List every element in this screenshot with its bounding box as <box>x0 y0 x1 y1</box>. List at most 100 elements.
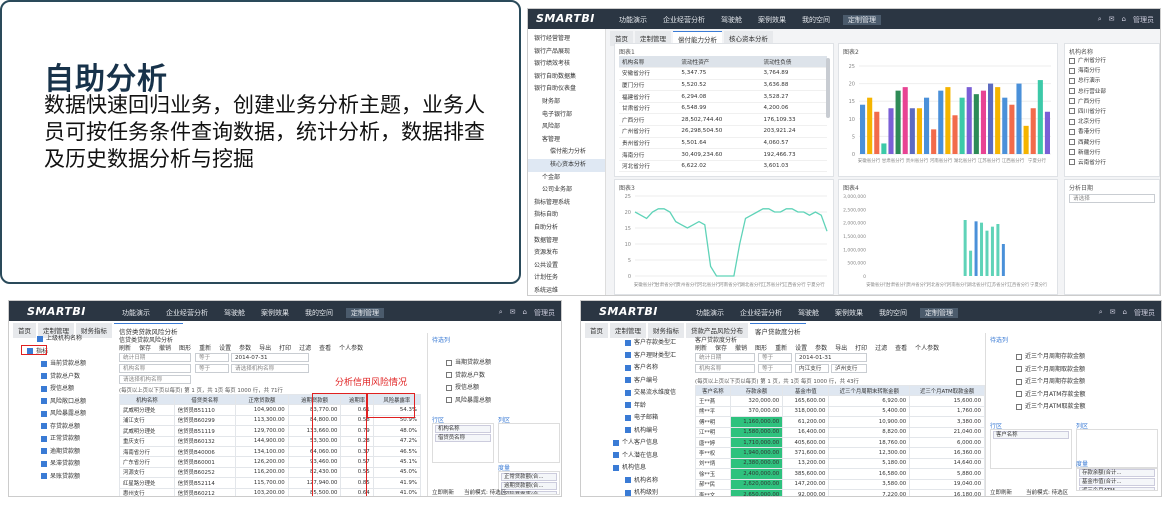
home-icon[interactable]: ⌂ <box>523 308 527 318</box>
table-row[interactable]: 武威明分理处 信贷员B51119 129,700.00 133,660.00 0.79 4… <box>119 425 422 437</box>
checkbox-icon[interactable] <box>41 460 47 467</box>
field-option[interactable]: 授信总额 <box>446 382 491 395</box>
tab-finance[interactable]: 财务指标 <box>648 323 684 338</box>
checkbox-icon[interactable] <box>625 377 631 383</box>
checkbox-icon[interactable] <box>1069 159 1075 166</box>
area-item[interactable]: 基金市值(合计... <box>1079 478 1155 486</box>
tree-item[interactable]: 年龄 <box>613 400 693 413</box>
toolbar-button[interactable]: 撤销 <box>159 343 171 352</box>
checkbox-icon[interactable] <box>1069 77 1075 84</box>
org-option[interactable]: 海南分行 <box>1069 66 1106 76</box>
nav-item[interactable]: 案例效果 <box>258 308 292 318</box>
toolbar-button[interactable]: 打印 <box>279 343 291 352</box>
checkbox-icon[interactable] <box>625 414 631 421</box>
checkbox-icon[interactable] <box>1069 67 1075 74</box>
checkbox-icon[interactable] <box>625 402 631 408</box>
checkbox-icon[interactable] <box>41 360 47 367</box>
checkbox-icon[interactable] <box>1069 57 1075 64</box>
area-item[interactable]: 存款余额(合计... <box>1079 469 1155 477</box>
area-item[interactable]: 客户名称 <box>993 431 1069 439</box>
org-option[interactable]: 北京分行 <box>1069 117 1106 127</box>
org-option[interactable]: 新疆分行 <box>1069 148 1106 158</box>
user-name[interactable]: 管理员 <box>1134 308 1155 318</box>
checkbox-icon[interactable] <box>613 464 619 471</box>
checkbox-icon[interactable] <box>1069 128 1075 135</box>
sidebar-item[interactable]: 核心资本分析 <box>528 158 605 172</box>
checkbox-icon[interactable] <box>41 373 47 379</box>
cond-org-value[interactable]: 请选择机构名称 <box>231 364 309 373</box>
toolbar-button[interactable]: 过滤 <box>299 343 311 352</box>
cond-org-value-2[interactable]: 泸州支行 <box>831 364 867 373</box>
area-item[interactable]: 逾期贷款额(合... <box>501 482 557 490</box>
home-icon[interactable]: ⌂ <box>1123 308 1127 318</box>
table-row[interactable]: 贵州省分行 5,501.64 4,060.57 <box>619 137 827 150</box>
col-header[interactable]: 机构名称 <box>119 393 175 406</box>
field-option[interactable]: 近三个月ATM存款金额 <box>1016 389 1085 402</box>
table-row[interactable]: 傅**明 1,160,000.00 61,200.00 10,900.00 3,380.… <box>695 416 985 428</box>
toolbar-button[interactable]: 图形 <box>179 343 191 352</box>
checkbox-icon[interactable] <box>1069 88 1075 95</box>
checkbox-icon[interactable] <box>1069 149 1075 156</box>
cond-op[interactable]: 等于 <box>758 364 792 373</box>
checkbox-icon[interactable] <box>1016 391 1022 397</box>
sidebar-item[interactable]: 风险部 <box>528 121 605 134</box>
table-row[interactable]: 熊**平 370,000.00 318,000.00 5,400.00 1,760.00 <box>695 405 985 418</box>
refresh-now[interactable]: 立即刷新 <box>990 488 1012 496</box>
sidebar-item[interactable]: 数据管理 <box>528 235 605 248</box>
field-option[interactable]: 近三个月周期存款金额 <box>1016 376 1085 389</box>
toolbar-button[interactable]: 过滤 <box>875 343 887 352</box>
col-header[interactable]: 借贷类名称 <box>173 393 237 406</box>
tree-item[interactable]: 交易流水维度信 <box>613 387 693 400</box>
toolbar-button[interactable]: 导出 <box>835 343 847 352</box>
checkbox-icon[interactable] <box>1069 139 1075 145</box>
tree-item[interactable]: 授信总额 <box>17 383 113 396</box>
tree-item[interactable]: 机构名称 <box>613 475 693 488</box>
table-row[interactable]: 海南分行 30,409,234.60 192,466.73 <box>619 148 827 161</box>
toolbar-button[interactable]: 设置 <box>219 343 231 352</box>
checkbox-icon[interactable] <box>625 352 631 358</box>
tree-item[interactable]: 呆滞贷款额 <box>17 458 113 471</box>
toolbar-button[interactable]: 刷新 <box>119 343 131 352</box>
tree-item[interactable]: 个人客户信息 <box>613 437 693 450</box>
toolbar-button[interactable]: 设置 <box>795 343 807 352</box>
toolbar-button[interactable]: 查看 <box>895 343 907 352</box>
table-row[interactable]: 广西分行 28,502,744.40 176,109.33 <box>619 113 827 127</box>
sidebar-item[interactable]: 个金部 <box>528 172 605 185</box>
tree-item[interactable]: 贷款总户数 <box>17 371 113 384</box>
field-option[interactable]: 当期贷款总额 <box>446 357 491 370</box>
cond-org-label[interactable]: 机构名称 <box>119 364 191 373</box>
toolbar-button[interactable]: 导出 <box>259 343 271 352</box>
user-name[interactable]: 管理员 <box>1133 15 1154 25</box>
sidebar-item[interactable]: 银行经营管理 <box>528 33 605 46</box>
table-row[interactable]: 甘肃省分行 6,548.99 4,200.06 <box>619 102 827 115</box>
row-area[interactable]: 客户名称 <box>990 429 1072 469</box>
toolbar-button[interactable]: 查看 <box>319 343 331 352</box>
sidebar-item[interactable]: 银行绩效考核 <box>528 58 605 71</box>
cond-org-value[interactable]: 内江支行 <box>795 364 829 373</box>
nav-item[interactable]: 我的空间 <box>799 15 833 25</box>
search-icon[interactable]: ⌕ <box>1098 15 1102 25</box>
col-header[interactable]: 近三个月ATM取款金额 <box>909 384 985 397</box>
search-icon[interactable]: ⌕ <box>499 308 503 318</box>
toolbar-button[interactable]: 重新 <box>775 343 787 352</box>
nav-item-active[interactable]: 定制管理 <box>843 15 881 25</box>
toolbar-button[interactable]: 打印 <box>855 343 867 352</box>
checkbox-icon[interactable] <box>1069 98 1075 105</box>
nav-item[interactable]: 驾驶舱 <box>718 15 745 25</box>
toolbar-button[interactable]: 重新 <box>199 343 211 352</box>
table-row[interactable]: 福建省分行 6,294.08 3,528.27 <box>619 90 827 103</box>
toolbar-button[interactable]: 保存 <box>715 343 727 352</box>
tree-item[interactable]: 正常贷款额 <box>17 433 113 446</box>
checkbox-icon[interactable] <box>1016 353 1022 360</box>
field-option[interactable]: 近三个月ATM取款金额 <box>1016 401 1085 414</box>
sidebar-item[interactable]: 资源发布 <box>528 247 605 260</box>
tab-customer-loan[interactable]: 客户贷款度分析 <box>750 323 806 338</box>
nav-item[interactable]: 驾驶舱 <box>795 308 822 318</box>
checkbox-icon[interactable] <box>41 410 47 417</box>
nav-item[interactable]: 功能演示 <box>616 15 650 25</box>
cond-op[interactable]: 等于 <box>758 353 792 362</box>
table-row[interactable]: 河北省分行 6,622.02 3,601.03 <box>619 160 827 173</box>
message-icon[interactable]: ✉ <box>1109 15 1115 25</box>
sidebar-item[interactable]: 公共设置 <box>528 260 605 273</box>
cond-date-label[interactable]: 统计日期 <box>695 353 755 362</box>
